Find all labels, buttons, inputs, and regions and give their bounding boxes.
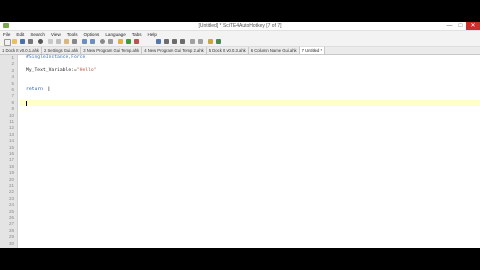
- editor[interactable]: 1 2 3 4 5 6 7 8 9 10 11 12 13 14 15 16 17 18 19 20 21 22 23 24 2…: [0, 55, 480, 248]
- string-literal: "Hello": [76, 67, 97, 73]
- undo-icon[interactable]: [82, 39, 87, 44]
- copy-icon[interactable]: [56, 39, 61, 44]
- open-folder-icon[interactable]: [12, 39, 17, 44]
- run-icon[interactable]: [126, 39, 131, 44]
- variables-icon[interactable]: [190, 39, 195, 44]
- tab-file-3[interactable]: 3 New Program Gui Temp.ahk: [81, 47, 143, 54]
- code-line-6: return: [26, 87, 43, 92]
- menu-tabs[interactable]: Tabs: [132, 31, 142, 38]
- maximize-button[interactable]: □: [455, 22, 466, 30]
- tab-file-2[interactable]: 2 Settings Gui.ahk: [42, 47, 82, 54]
- tab-file-5[interactable]: 5 Dock It v0.0.3.ahk: [207, 47, 249, 54]
- toolbar: [0, 38, 480, 47]
- current-line-highlight: [20, 99, 480, 107]
- tab-file-7-active[interactable]: 7 Untitled *: [299, 47, 326, 54]
- find-icon[interactable]: [100, 39, 105, 44]
- debug-icon[interactable]: [156, 39, 161, 44]
- code-line-3: My_Text_Variable:="Hello": [26, 68, 97, 74]
- new-file-icon[interactable]: [4, 39, 11, 46]
- step-into-icon[interactable]: [164, 39, 169, 44]
- save-icon[interactable]: [20, 39, 25, 44]
- print-icon[interactable]: [38, 39, 43, 44]
- text-caret: [26, 100, 27, 106]
- step-out-icon[interactable]: [180, 39, 185, 44]
- tab-file-4[interactable]: 4 New Program Gui Temp 2.ahk: [142, 47, 207, 54]
- stop-icon[interactable]: [134, 39, 139, 44]
- tab-file-1[interactable]: 1 Dock It v0.0.1.ahk: [0, 47, 43, 54]
- menu-view[interactable]: View: [51, 31, 61, 38]
- code-line-1: #SingleInstance,Force: [26, 55, 86, 60]
- settings-icon[interactable]: [208, 39, 213, 44]
- cut-icon[interactable]: [48, 39, 53, 44]
- code-area[interactable]: #SingleInstance,Force My_Text_Variable:=…: [20, 55, 480, 248]
- menu-language[interactable]: Language: [105, 31, 125, 38]
- paste-icon[interactable]: [64, 39, 69, 44]
- close-button[interactable]: ✕: [466, 22, 480, 30]
- menu-edit[interactable]: Edit: [16, 31, 24, 38]
- scite-window: [Untitled] * SciTE4AutoHotkey [7 of 7] —…: [0, 22, 480, 248]
- call-stack-icon[interactable]: [198, 39, 203, 44]
- menu-options[interactable]: Options: [84, 31, 100, 38]
- menu-file[interactable]: File: [3, 31, 10, 38]
- title-bar: [Untitled] * SciTE4AutoHotkey [7 of 7] —…: [0, 22, 480, 31]
- line-number-gutter: 1 2 3 4 5 6 7 8 9 10 11 12 13 14 15 16 17 18 19 20 21 22 23 24 2…: [0, 55, 18, 248]
- variable-assignment: My_Text_Variable:=: [26, 67, 77, 73]
- step-over-icon[interactable]: [172, 39, 177, 44]
- redo-icon[interactable]: [90, 39, 95, 44]
- delete-icon[interactable]: [72, 39, 77, 44]
- line-number: 30: [8, 240, 14, 246]
- menu-help[interactable]: Help: [148, 31, 157, 38]
- close-file-icon[interactable]: [28, 39, 33, 44]
- minimize-button[interactable]: —: [444, 22, 455, 30]
- tools-icon[interactable]: [216, 39, 221, 44]
- tab-file-6[interactable]: 6 Column Name Gui.ahk: [249, 47, 300, 54]
- window-title: [Untitled] * SciTE4AutoHotkey [7 of 7]: [198, 23, 282, 29]
- menu-tools[interactable]: Tools: [67, 31, 78, 38]
- compile-icon[interactable]: [118, 39, 123, 44]
- replace-icon[interactable]: [108, 39, 113, 44]
- menu-bar: File Edit Search View Tools Options Lang…: [0, 31, 480, 38]
- mouse-ibeam-cursor-icon: I: [48, 86, 50, 93]
- tab-bar: 1 Dock It v0.0.1.ahk 2 Settings Gui.ahk …: [0, 47, 480, 55]
- menu-search[interactable]: Search: [30, 31, 45, 38]
